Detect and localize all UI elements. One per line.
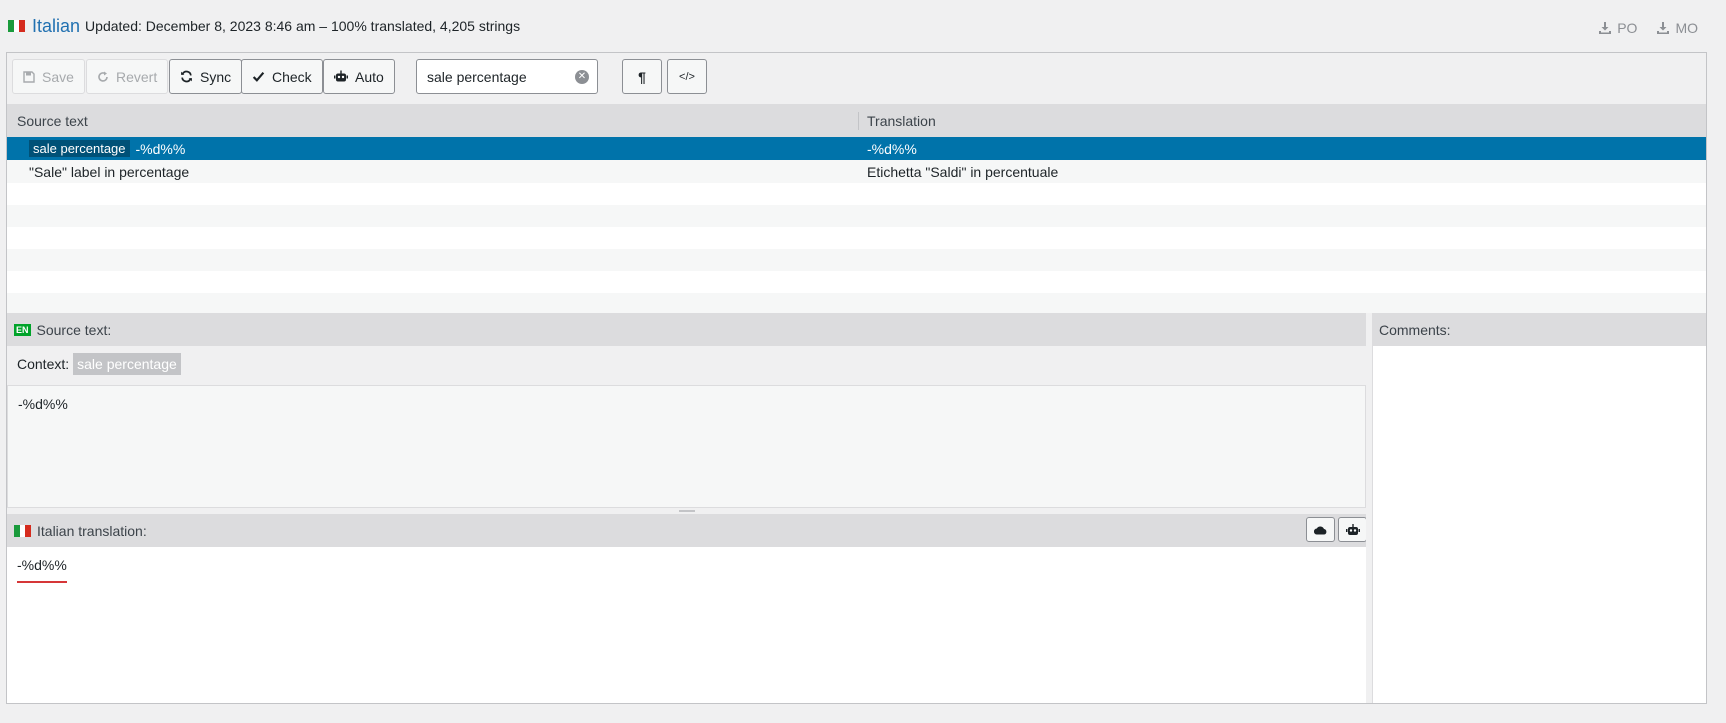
check-button[interactable]: Check xyxy=(241,59,323,94)
translation-panel: Italian translation: -%d%% xyxy=(7,514,1367,703)
download-mo-link[interactable]: MO xyxy=(1657,20,1698,36)
check-label: Check xyxy=(272,68,312,85)
download-po-link[interactable]: PO xyxy=(1599,20,1637,36)
robot-icon xyxy=(1345,523,1360,535)
revert-button[interactable]: Revert xyxy=(86,59,169,94)
auto-label: Auto xyxy=(355,68,384,85)
translation-panel-header: Italian translation: xyxy=(7,514,1367,547)
comments-panel-title: Comments: xyxy=(1379,321,1451,338)
auto-translate-button[interactable]: Auto xyxy=(323,59,395,94)
page-header: Italian Updated: December 8, 2023 8:46 a… xyxy=(8,14,1726,38)
context-label: Context: xyxy=(17,356,70,372)
floppy-icon xyxy=(23,70,35,83)
clear-search-icon[interactable]: ✕ xyxy=(575,70,589,84)
context-value: sale percentage xyxy=(73,353,181,375)
row-source-text: -%d%% xyxy=(135,140,186,157)
source-panel: EN Source text: Context: sale percentage… xyxy=(7,313,1366,508)
row-translation-text: Etichetta "Saldi" in percentuale xyxy=(867,163,1059,180)
download-po-label: PO xyxy=(1617,20,1638,36)
revert-label: Revert xyxy=(116,68,158,85)
robot-icon xyxy=(334,70,348,82)
grid-empty-row xyxy=(7,271,1706,293)
row-source-text: "Sale" label in percentage xyxy=(29,163,190,180)
comments-panel-header: Comments: xyxy=(1373,313,1706,346)
translation-text[interactable]: -%d%% xyxy=(17,557,67,583)
pilcrow-icon: ¶ xyxy=(638,68,646,85)
code-view-toggle-button[interactable]: </> xyxy=(667,59,707,94)
sync-icon xyxy=(181,70,192,83)
grid-header: Source text Translation xyxy=(7,104,1706,137)
cloud-suggest-button[interactable] xyxy=(1306,517,1335,542)
italy-flag-icon xyxy=(8,20,26,32)
grid-empty-row xyxy=(7,227,1706,249)
grid-empty-row xyxy=(7,249,1706,271)
search-box[interactable]: ✕ xyxy=(416,59,598,94)
check-icon xyxy=(252,72,265,82)
translation-column-header[interactable]: Translation xyxy=(859,113,936,129)
grid-empty-row xyxy=(7,183,1706,205)
code-icon: </> xyxy=(679,70,695,83)
toolbar: Save Revert Sync Check Auto ✕ ¶ </> xyxy=(7,53,1706,104)
save-label: Save xyxy=(42,68,74,85)
comments-panel: Comments: xyxy=(1372,313,1706,703)
language-link[interactable]: Italian xyxy=(32,16,80,37)
grid-empty-row xyxy=(7,293,1706,315)
row-translation-text: -%d%% xyxy=(867,140,917,157)
grid-empty-row xyxy=(7,205,1706,227)
translation-editor-field[interactable]: -%d%% xyxy=(7,547,1366,703)
sync-label: Sync xyxy=(200,68,232,85)
updated-status: Updated: December 8, 2023 8:46 am – 100%… xyxy=(85,18,521,34)
source-panel-title: Source text: xyxy=(36,321,112,338)
download-icon xyxy=(1599,22,1612,34)
translation-editor: Save Revert Sync Check Auto ✕ ¶ </> xyxy=(6,52,1707,704)
search-input[interactable] xyxy=(427,68,567,85)
english-flag-icon: EN xyxy=(14,323,31,336)
source-column-header[interactable]: Source text xyxy=(7,111,859,130)
row-context-tag: sale percentage xyxy=(29,140,130,157)
revert-icon xyxy=(98,71,108,82)
grid-row[interactable]: "Sale" label in percentage Etichetta "Sa… xyxy=(7,160,1706,183)
cloud-icon xyxy=(1314,525,1327,535)
invisibles-toggle-button[interactable]: ¶ xyxy=(622,59,662,94)
translation-panel-title: Italian translation: xyxy=(37,522,147,539)
context-line: Context: sale percentage xyxy=(7,346,1366,382)
sync-button[interactable]: Sync xyxy=(169,59,243,94)
italy-flag-icon xyxy=(14,524,32,537)
save-button[interactable]: Save xyxy=(12,59,85,94)
source-text-body: -%d%% xyxy=(7,385,1366,508)
auto-translate-string-button[interactable] xyxy=(1338,517,1367,542)
download-mo-label: MO xyxy=(1675,20,1698,36)
source-panel-header: EN Source text: xyxy=(7,313,1366,346)
download-links: PO MO xyxy=(1599,20,1698,36)
grid-row-selected[interactable]: sale percentage -%d%% -%d%% xyxy=(7,137,1706,160)
download-icon xyxy=(1657,22,1670,34)
